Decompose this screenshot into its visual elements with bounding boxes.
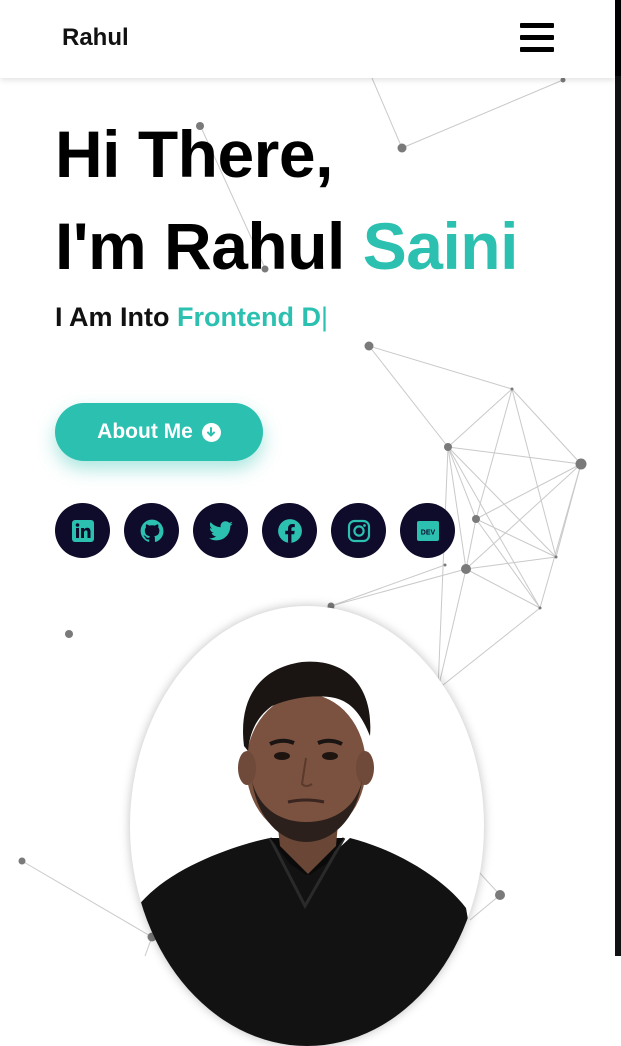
dev-link[interactable]: DEV bbox=[400, 503, 455, 558]
navbar: Rahul bbox=[0, 0, 615, 78]
svg-text:DEV: DEV bbox=[420, 529, 435, 536]
typing-cursor: | bbox=[321, 302, 329, 332]
github-link[interactable] bbox=[124, 503, 179, 558]
facebook-link[interactable] bbox=[262, 503, 317, 558]
hero-heading: Hi There, I'm Rahul Saini bbox=[55, 108, 518, 292]
name-prefix: I'm Rahul bbox=[55, 209, 345, 283]
social-links: DEV bbox=[55, 503, 455, 558]
github-icon bbox=[140, 519, 163, 542]
greeting-line: Hi There, bbox=[55, 117, 333, 191]
profile-photo-frame bbox=[130, 606, 484, 1046]
facebook-icon bbox=[277, 518, 302, 543]
twitter-icon bbox=[208, 520, 233, 540]
twitter-link[interactable] bbox=[193, 503, 248, 558]
linkedin-link[interactable] bbox=[55, 503, 110, 558]
tagline-prefix: I Am Into bbox=[55, 302, 170, 332]
about-me-button[interactable]: About Me bbox=[55, 403, 263, 461]
about-me-label: About Me bbox=[97, 420, 193, 443]
instagram-icon bbox=[347, 519, 370, 542]
arrow-down-circle-icon bbox=[201, 422, 221, 442]
name-line: I'm Rahul Saini bbox=[55, 200, 518, 292]
scrollbar-track[interactable] bbox=[615, 0, 621, 956]
tagline-typed-text: Frontend D bbox=[177, 302, 321, 332]
typed-tagline: I Am Into Frontend D| bbox=[55, 302, 328, 333]
instagram-link[interactable] bbox=[331, 503, 386, 558]
dev-icon: DEV bbox=[416, 520, 439, 541]
hamburger-menu-icon[interactable] bbox=[520, 22, 554, 52]
profile-photo bbox=[130, 661, 484, 1046]
name-accent: Saini bbox=[362, 209, 519, 283]
linkedin-icon bbox=[71, 519, 94, 542]
logo[interactable]: Rahul bbox=[62, 24, 129, 52]
